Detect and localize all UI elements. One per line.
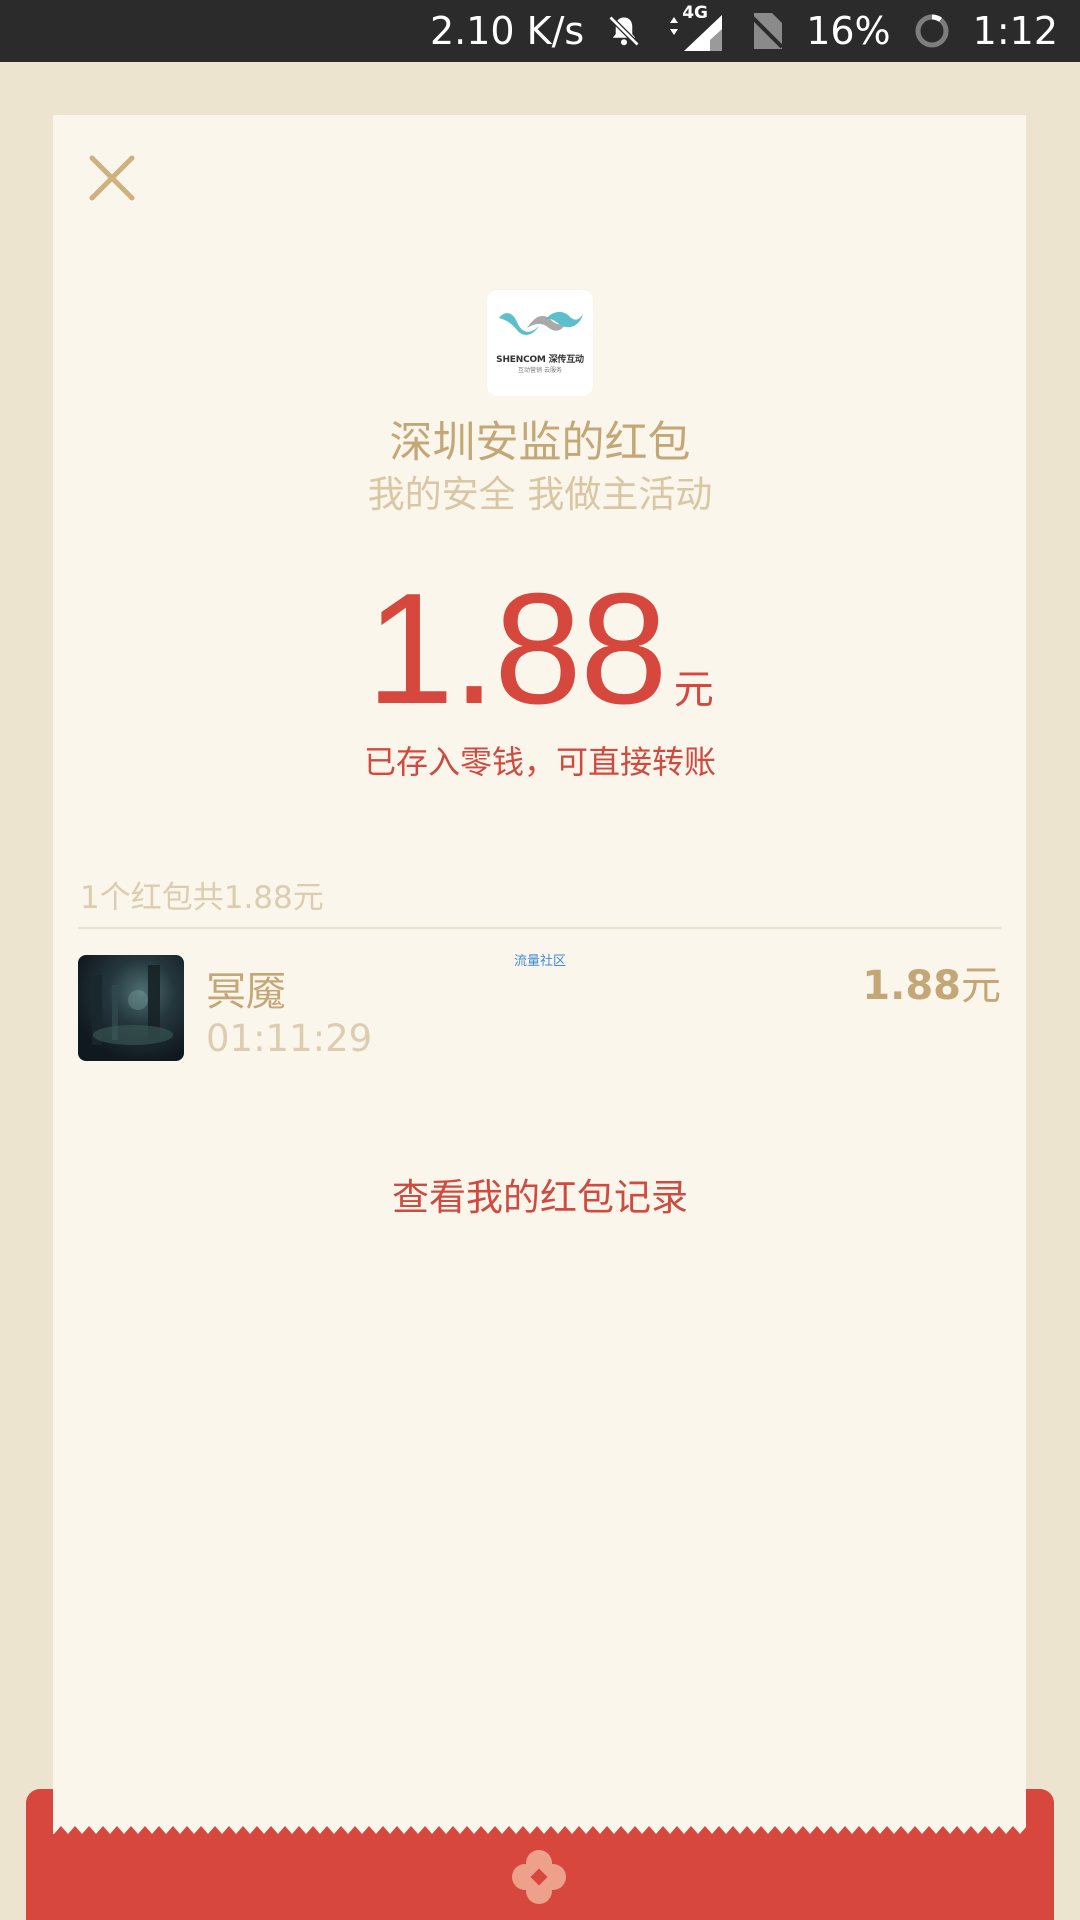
flower-emblem-icon[interactable] — [510, 1848, 568, 1906]
sender-logo: SHENCOM 深传互动 互动营销 云服务 — [487, 290, 593, 396]
greeting: 我的安全 我做主活动 — [367, 473, 713, 516]
bell-off-icon — [606, 13, 642, 49]
recipient-name: 冥魇 — [206, 969, 286, 1015]
logo-tagline: 互动营销 云服务 — [518, 367, 562, 374]
avatar — [78, 955, 184, 1061]
amount-unit: 元 — [673, 667, 714, 713]
sender-name: 深圳安监的红包 — [389, 418, 691, 468]
logo-brand: SHENCOM 深传互动 — [496, 355, 584, 365]
recipient-time: 01:11:29 — [206, 1017, 373, 1060]
amount-value: 1.88 — [366, 561, 668, 737]
battery: 16% — [806, 9, 891, 53]
status-bar: 2.10 K/s 4G 16% 1:12 — [0, 0, 1080, 62]
amount-display: 1.88 元 — [0, 570, 1080, 728]
network-type: 4G — [682, 3, 708, 23]
clock: 1:12 — [972, 9, 1058, 53]
recipient-amount-unit: 元 — [961, 963, 1001, 1009]
recipient-row[interactable]: 冥魇 01:11:29 1.88元 — [78, 953, 1001, 1063]
deposited-note[interactable]: 已存入零钱，可直接转账 — [0, 737, 1080, 783]
envelope-summary: 1个红包共1.88元 — [80, 880, 324, 916]
close-icon — [89, 155, 135, 201]
recipient-amount-value: 1.88 — [862, 963, 961, 1009]
no-sim-icon — [750, 11, 784, 51]
close-button[interactable] — [84, 150, 140, 206]
divider — [78, 927, 1001, 929]
recipient-amount: 1.88元 — [862, 953, 1001, 1011]
signal-icon: 4G — [664, 3, 728, 53]
wave-logo-icon — [499, 311, 583, 335]
view-records-link[interactable]: 查看我的红包记录 — [0, 1167, 1080, 1221]
net-speed: 2.10 K/s — [429, 9, 585, 53]
battery-ring-icon — [913, 12, 951, 50]
